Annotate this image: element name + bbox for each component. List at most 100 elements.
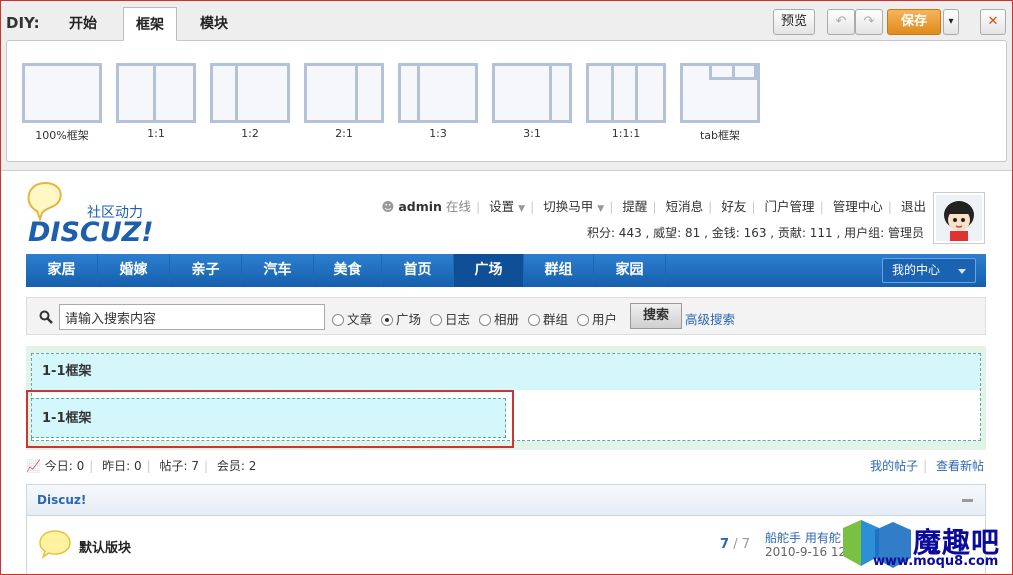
diy-toolbar: DIY: 开始 框架 模块 预览 ↶ ↷ 保存 ▾ ✕ 100%框架 1:1 1… [1,1,1012,171]
undo-icon: ↶ [835,14,847,29]
frame-label: tab框架 [699,129,741,142]
search-button[interactable]: 搜索 [630,303,682,329]
frame-label: 1:3 [429,127,447,140]
last-post-link[interactable]: 船舵手 用有舵 [765,529,841,546]
frame-3-1-shape [492,63,572,123]
nav-item-index[interactable]: 首页 [382,254,454,287]
radio-icon [430,314,442,326]
forum-category-header: Discuz! [26,484,986,516]
avatar-icon [936,195,982,241]
frame-label: 1:2 [241,127,259,140]
forum-thread-count: 7 [720,537,730,552]
advanced-search-link[interactable]: 高级搜索 [685,309,735,328]
nav-item-home-living[interactable]: 家居 [26,254,98,287]
search-type-square[interactable]: 广场 [381,309,421,328]
frame-1-2-shape [210,63,290,123]
radio-icon [332,314,344,326]
outer-frame-title[interactable]: 1-1框架 [32,354,980,390]
logo-text[interactable]: DISCUZ! [28,217,154,248]
nav-item-wedding[interactable]: 婚嫁 [98,254,170,287]
switch-account-link[interactable]: 切换马甲 [543,199,593,214]
nav-item-food[interactable]: 美食 [314,254,382,287]
search-type-album[interactable]: 相册 [479,309,519,328]
frame-label: 100%框架 [35,129,89,142]
radio-checked-icon [381,314,393,326]
frame-2-1[interactable]: 2:1 [304,63,384,140]
frame-3-1[interactable]: 3:1 [492,63,572,140]
search-bar: 文章 广场 日志 相册 群组 用户 搜索 高级搜索 [26,297,986,335]
new-posts-link[interactable]: 查看新帖 [936,459,984,473]
messages-link[interactable]: 短消息 [666,199,704,214]
collapse-icon[interactable] [962,499,973,502]
frame-2-1-shape [304,63,384,123]
stat-posts: 帖子: 7 [159,459,200,473]
close-icon: ✕ [987,14,999,29]
forum-name-link[interactable]: 默认版块 [79,537,131,556]
save-button[interactable]: 保存 [887,9,941,35]
radio-label: 文章 [347,312,373,327]
search-type-group[interactable]: 群组 [528,309,568,328]
chevron-down-icon: ▾ [948,16,954,27]
frame-1-3[interactable]: 1:3 [398,63,478,140]
username-link[interactable]: admin [398,199,442,214]
frame-1-1-shape [116,63,196,123]
radio-label: 相册 [494,312,520,327]
frame-1-1[interactable]: 1:1 [116,63,196,140]
nav-item-square[interactable]: 广场 [454,254,524,287]
user-bar: ☻ admin 在线 | 设置 ▼ | 切换马甲 ▼ | 提醒 | 短消息 | 好友 | 门… [381,199,926,214]
watermark-url: www.moqu8.com [873,554,999,569]
nav-item-cars[interactable]: 汽车 [242,254,314,287]
nav-item-parenting[interactable]: 亲子 [170,254,242,287]
reminders-link[interactable]: 提醒 [622,199,647,214]
search-type-blog[interactable]: 日志 [430,309,470,328]
settings-link[interactable]: 设置 [489,199,514,214]
avatar[interactable] [933,192,985,244]
frame-label: 3:1 [523,127,541,140]
friends-link[interactable]: 好友 [721,199,746,214]
nav-item-groups[interactable]: 群组 [524,254,594,287]
tab-start[interactable]: 开始 [57,7,109,41]
my-posts-link[interactable]: 我的帖子 [870,459,918,473]
stat-members: 会员: 2 [216,459,257,473]
tab-module[interactable]: 模块 [188,7,240,41]
redo-button[interactable]: ↷ [855,9,883,35]
nav-item-space[interactable]: 家园 [594,254,666,287]
frame-1-1-1-shape [586,63,666,123]
search-type-user[interactable]: 用户 [577,309,617,328]
admin-center-link[interactable]: 管理中心 [833,199,883,214]
close-button[interactable]: ✕ [980,9,1006,35]
search-type-article[interactable]: 文章 [332,309,372,328]
chevron-down-icon: ▼ [597,204,605,214]
user-icon: ☻ [381,199,395,214]
chevron-down-icon [958,269,966,274]
frame-1-3-shape [398,63,478,123]
search-icon [39,310,53,324]
last-post-time: 2010-9-16 12 [765,545,847,559]
my-center-dropdown[interactable]: 我的中心 [882,258,976,283]
forum-counts: 7 / 7 [720,537,750,552]
frame-1-2[interactable]: 1:2 [210,63,290,140]
radio-icon [577,314,589,326]
frame-label: 1:1:1 [611,127,641,140]
logout-link[interactable]: 退出 [901,199,926,214]
selection-highlight [26,390,514,448]
undo-button[interactable]: ↶ [827,9,855,35]
preview-button[interactable]: 预览 [773,9,815,35]
frame-100-shape [22,63,102,123]
search-input[interactable] [59,304,325,330]
forum-category-title[interactable]: Discuz! [37,493,86,507]
radio-label: 用户 [592,312,618,327]
frame-tab-shape [680,63,760,123]
frame-100[interactable]: 100%框架 [22,63,102,143]
save-options-button[interactable]: ▾ [943,9,959,35]
app-window: DIY: 开始 框架 模块 预览 ↶ ↷ 保存 ▾ ✕ 100%框架 1:1 1… [0,0,1013,575]
main-nav: 家居 婚嫁 亲子 汽车 美食 首页 广场 群组 家园 我的中心 [26,254,986,287]
tab-frame[interactable]: 框架 [123,7,177,41]
frame-1-1-1[interactable]: 1:1:1 [586,63,666,140]
online-status: 在线 [445,199,471,214]
frame-tab[interactable]: tab框架 [680,63,760,143]
stat-today: 今日: 0 [44,459,85,473]
portal-admin-link[interactable]: 门户管理 [765,199,815,214]
stat-yesterday: 昨日: 0 [102,459,142,473]
redo-icon: ↷ [863,14,875,29]
